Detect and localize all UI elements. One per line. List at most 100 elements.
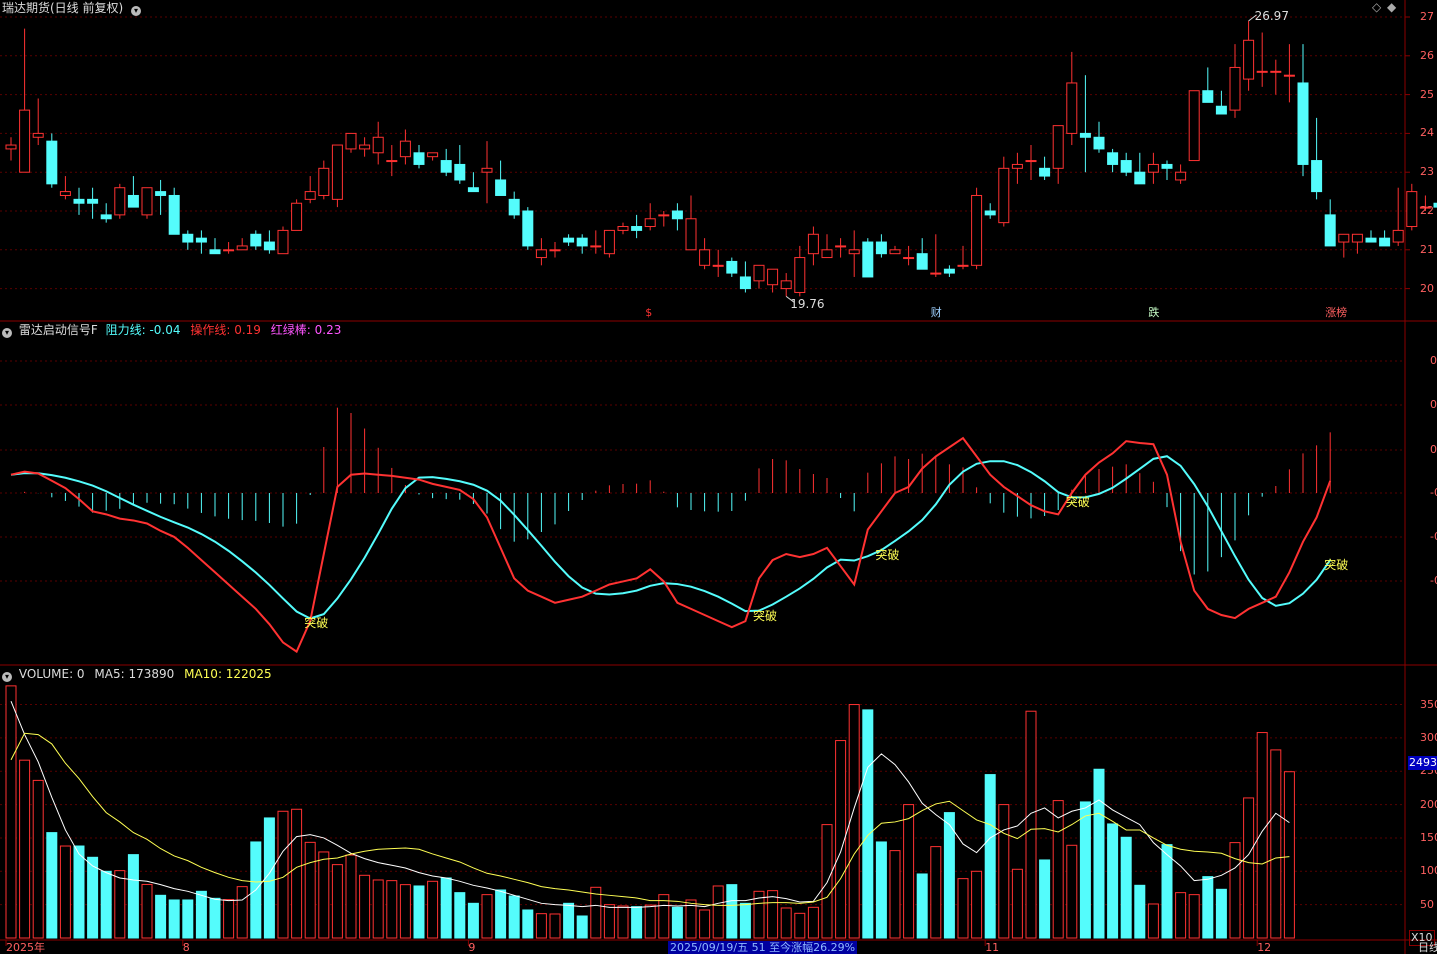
volume-bar[interactable] xyxy=(127,854,139,939)
candle[interactable] xyxy=(889,245,901,255)
volume-bar[interactable] xyxy=(617,905,629,939)
volume-bar[interactable] xyxy=(807,906,819,939)
volume-bar[interactable] xyxy=(590,886,602,939)
volume-bar[interactable] xyxy=(1256,732,1268,939)
candle[interactable] xyxy=(794,245,806,297)
candle[interactable] xyxy=(304,176,316,204)
volume-bar[interactable] xyxy=(359,874,371,939)
volume-bar[interactable] xyxy=(1107,823,1119,939)
volume-bar[interactable] xyxy=(1093,768,1105,939)
candle[interactable] xyxy=(291,199,303,231)
volume-bar[interactable] xyxy=(930,846,942,939)
volume-bar[interactable] xyxy=(957,878,969,939)
candle[interactable] xyxy=(903,245,915,266)
volume-bar[interactable] xyxy=(331,864,343,939)
volume-bar[interactable] xyxy=(1202,876,1214,939)
volume-bar[interactable] xyxy=(386,880,398,939)
candle[interactable] xyxy=(1134,152,1146,185)
volume-bar[interactable] xyxy=(576,915,588,939)
candle[interactable] xyxy=(100,203,112,223)
candle[interactable] xyxy=(236,238,248,251)
candle[interactable] xyxy=(1270,59,1282,95)
candle[interactable] xyxy=(1066,51,1078,146)
volume-bar[interactable] xyxy=(1039,859,1051,939)
volume-bar[interactable] xyxy=(32,779,44,939)
candle[interactable] xyxy=(1351,233,1363,254)
candle[interactable] xyxy=(127,176,139,208)
candle[interactable] xyxy=(1120,152,1132,177)
candle[interactable] xyxy=(19,28,31,173)
candle[interactable] xyxy=(263,230,275,254)
candle[interactable] xyxy=(182,230,194,250)
candle[interactable] xyxy=(59,176,71,200)
volume-bar[interactable] xyxy=(114,870,126,939)
volume-bar[interactable] xyxy=(1215,888,1227,939)
volume-bar[interactable] xyxy=(535,913,547,939)
candle[interactable] xyxy=(617,222,629,235)
candle[interactable] xyxy=(1324,199,1336,247)
candle[interactable] xyxy=(943,265,955,277)
candle[interactable] xyxy=(998,156,1010,227)
candle[interactable] xyxy=(835,238,847,258)
volume-bar[interactable] xyxy=(141,883,153,939)
candle[interactable] xyxy=(603,229,615,258)
volume-bar[interactable] xyxy=(862,709,874,939)
volume-bar[interactable] xyxy=(182,899,194,939)
indicator-header[interactable]: ▾ 雷达启动信号F 阻力线: -0.04 操作线: 0.19 红绿棒: 0.23 xyxy=(2,323,341,338)
volume-bar[interactable] xyxy=(522,909,534,939)
candle[interactable] xyxy=(699,238,711,270)
volume-bar[interactable] xyxy=(413,885,425,939)
candle[interactable] xyxy=(508,191,520,219)
volume-bar[interactable] xyxy=(889,850,901,939)
candle[interactable] xyxy=(155,179,167,215)
volume-bar[interactable] xyxy=(1066,844,1078,939)
volume-bar[interactable] xyxy=(87,856,99,939)
volume-series[interactable] xyxy=(5,685,1295,939)
volume-bar[interactable] xyxy=(1188,894,1200,939)
volume-bar[interactable] xyxy=(481,894,493,939)
volume-bar[interactable] xyxy=(943,812,955,939)
chevron-down-icon[interactable]: ▾ xyxy=(2,328,12,338)
volume-bar[interactable] xyxy=(631,906,643,939)
candle[interactable] xyxy=(1039,156,1051,180)
volume-bar[interactable] xyxy=(372,879,384,939)
volume-bar[interactable] xyxy=(644,904,656,939)
candle[interactable] xyxy=(1175,164,1187,184)
period-label[interactable]: 日线 xyxy=(1418,941,1437,954)
volume-bar[interactable] xyxy=(1283,771,1295,939)
candle[interactable] xyxy=(522,207,534,250)
candle[interactable] xyxy=(862,238,874,278)
candle[interactable] xyxy=(318,160,330,200)
candle[interactable] xyxy=(563,234,575,246)
window-title-bar[interactable]: 瑞达期货(日线 前复权) ▾ xyxy=(2,1,144,16)
volume-bar[interactable] xyxy=(318,851,330,939)
chevron-down-icon[interactable]: ▾ xyxy=(2,672,12,682)
candle[interactable] xyxy=(535,238,547,266)
indicator-series[interactable] xyxy=(10,407,1332,654)
candle[interactable] xyxy=(726,257,738,277)
volume-header[interactable]: ▾ VOLUME: 0 MA5: 173890 MA10: 122025 xyxy=(2,667,272,682)
volume-bar[interactable] xyxy=(1270,749,1282,939)
candle[interactable] xyxy=(1052,125,1064,184)
candle[interactable] xyxy=(114,183,126,219)
candle[interactable] xyxy=(168,187,180,235)
candle[interactable] xyxy=(495,160,507,196)
candle[interactable] xyxy=(1256,32,1268,87)
candle[interactable] xyxy=(971,187,983,270)
candle[interactable] xyxy=(1392,187,1404,246)
candle[interactable] xyxy=(1107,148,1119,173)
volume-bar[interactable] xyxy=(603,904,615,939)
volume-bar[interactable] xyxy=(73,845,85,939)
volume-bar[interactable] xyxy=(821,824,833,939)
volume-bar[interactable] xyxy=(19,759,31,939)
volume-bar[interactable] xyxy=(168,899,180,939)
volume-bar[interactable] xyxy=(984,774,996,939)
volume-bar[interactable] xyxy=(998,804,1010,939)
candle[interactable] xyxy=(631,214,643,239)
candle[interactable] xyxy=(141,187,153,219)
volume-bar[interactable] xyxy=(780,907,792,939)
candle[interactable] xyxy=(821,234,833,259)
volume-bar[interactable] xyxy=(223,899,235,939)
volume-bar[interactable] xyxy=(236,886,248,939)
candle[interactable] xyxy=(250,230,262,250)
